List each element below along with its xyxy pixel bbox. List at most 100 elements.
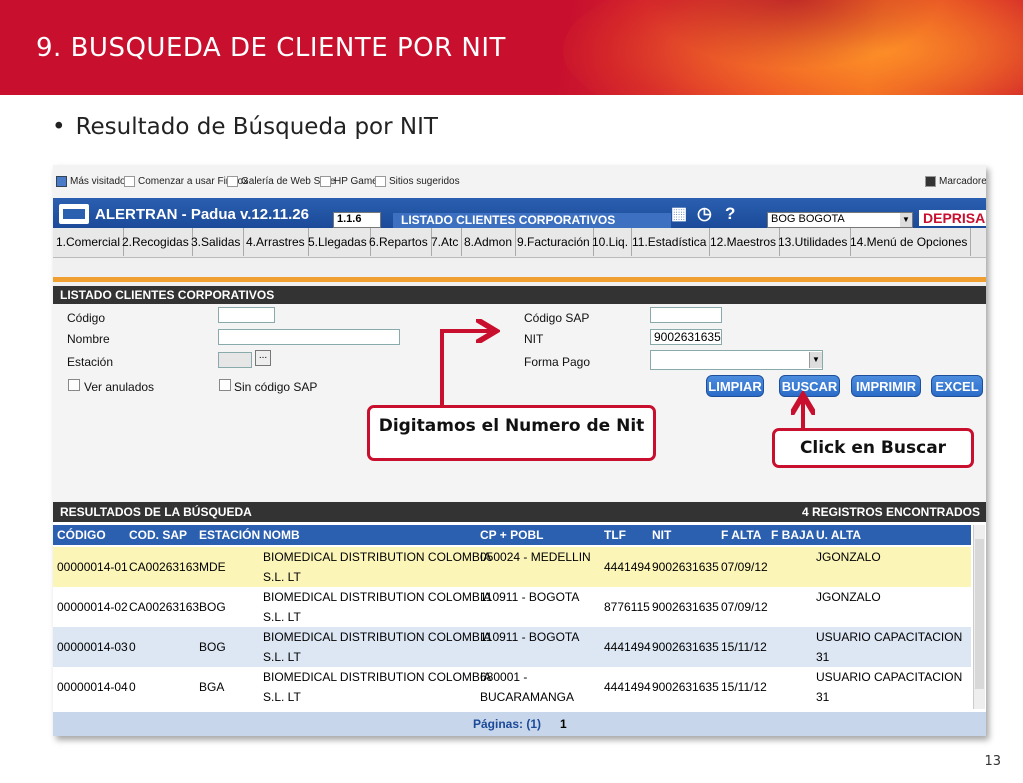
slide-bullet: • Resultado de Búsqueda por NIT — [52, 114, 438, 140]
chevron-down-icon[interactable]: ▼ — [900, 213, 912, 227]
menu-comercial[interactable]: 1.Comercial — [53, 228, 125, 256]
branch-select[interactable]: BOG BOGOTA ▼ — [767, 212, 913, 228]
menu-atc[interactable]: 7.Atc — [428, 228, 463, 256]
menu-repartos[interactable]: 6.Repartos — [366, 228, 432, 256]
clock-icon[interactable]: ◷ — [697, 204, 712, 224]
sin-codigo-sap-checkbox[interactable] — [219, 379, 231, 391]
menu-liq[interactable]: 10.Liq. — [589, 228, 633, 256]
callout-buscar: Click en Buscar — [772, 428, 974, 468]
calendar-icon[interactable]: ▦ — [671, 204, 687, 224]
bookmark-label: Sitios sugeridos — [389, 176, 460, 187]
excel-button[interactable]: EXCEL — [931, 375, 983, 397]
codigo-input[interactable] — [218, 307, 275, 323]
codigo-sap-label: Código SAP — [524, 311, 590, 325]
column-header-estacion[interactable]: ESTACIÓN — [199, 525, 260, 545]
bookmark-icon — [56, 176, 67, 187]
cell-estacion: BOG — [199, 640, 226, 654]
column-header-nomb[interactable]: NOMB — [263, 525, 300, 545]
cell-cod-sap: 0 — [129, 640, 136, 654]
bookmark-icon — [124, 176, 135, 187]
menu-llegadas[interactable]: 5.Llegadas — [305, 228, 371, 256]
menu-maestros[interactable]: 12.Maestros — [707, 228, 781, 256]
pager: Páginas: (1) 1 — [53, 712, 986, 736]
cell-tlf: 4441494 — [604, 560, 651, 574]
codigo-sap-input[interactable] — [650, 307, 722, 323]
cell-pobl-line1: 050024 - MEDELLIN — [480, 550, 591, 564]
ver-anulados-checkbox[interactable] — [68, 379, 80, 391]
bookmark-hp-games[interactable]: HP Games — [320, 176, 383, 187]
results-count: 4 REGISTROS ENCONTRADOS — [801, 505, 980, 519]
app-logo-icon — [59, 204, 89, 224]
cell-nomb-line1: BIOMEDICAL DISTRIBUTION COLOMBIA — [263, 550, 492, 564]
nit-input[interactable]: 9002631635 — [650, 329, 722, 345]
limpiar-button[interactable]: LIMPIAR — [706, 375, 764, 397]
menu-utilidades[interactable]: 13.Utilidades — [775, 228, 852, 256]
scrollbar-thumb[interactable] — [975, 539, 984, 689]
cell-codigo: 00000014-04 — [57, 680, 128, 694]
imprimir-button[interactable]: IMPRIMIR — [851, 375, 921, 397]
table-row[interactable]: 00000014-03 0 BOG BIOMEDICAL DISTRIBUTION C… — [53, 627, 971, 667]
estacion-label: Estación — [67, 355, 114, 369]
help-icon[interactable]: ? — [725, 204, 735, 224]
cell-tlf: 4441494 — [604, 680, 651, 694]
cell-nit: 9002631635 — [652, 600, 719, 614]
bullet-text: Resultado de Búsqueda por NIT — [75, 114, 438, 140]
menu-recogidas[interactable]: 2.Recogidas — [119, 228, 193, 256]
column-header-cp-pobl[interactable]: CP + POBL — [480, 525, 543, 545]
bookmarks-menu[interactable]: Marcadores — [925, 176, 986, 187]
column-header-f-baja[interactable]: F BAJA — [771, 525, 814, 545]
table-row[interactable]: 00000014-01 CA00263163 MDE BIOMEDICAL DISTR… — [53, 547, 971, 587]
cell-u-alta-line2: 31 — [816, 650, 830, 664]
column-header-nit[interactable]: NIT — [652, 525, 671, 545]
grid-scrollbar[interactable] — [973, 525, 985, 709]
cell-nomb-line2: S.L. LT — [263, 690, 301, 704]
cell-pobl-line1: 110911 - BOGOTA — [480, 630, 580, 644]
menu-facturacion[interactable]: 9.Facturación — [514, 228, 594, 256]
table-row[interactable]: 00000014-02 CA00263163 BOG BIOMEDICAL DISTR… — [53, 587, 971, 627]
menu-arrastres[interactable]: 4.Arrastres — [243, 228, 309, 256]
results-title: RESULTADOS DE LA BÚSQUEDA — [60, 505, 252, 519]
cell-codigo: 00000014-03 — [57, 640, 128, 654]
cell-codigo: 00000014-02 — [57, 600, 128, 614]
chevron-down-icon[interactable]: ▼ — [809, 352, 822, 368]
brand-logo: DEPRISA — [919, 210, 986, 226]
cell-nomb-line1: BIOMEDICAL DISTRIBUTION COLOMBIA — [263, 630, 492, 644]
form-panel-title: LISTADO CLIENTES CORPORATIVOS — [53, 286, 986, 304]
cell-cod-sap: CA00263163 — [129, 560, 200, 574]
column-header-u-alta[interactable]: U. ALTA — [816, 525, 861, 545]
forma-pago-select[interactable]: ▼ — [650, 350, 823, 370]
table-row[interactable]: 00000014-04 0 BGA BIOMEDICAL DISTRIBUTION C… — [53, 667, 971, 707]
estacion-browse-button[interactable]: ... — [255, 350, 271, 366]
sin-codigo-sap-label: Sin código SAP — [234, 380, 318, 394]
nombre-label: Nombre — [67, 332, 110, 346]
column-header-f-alta[interactable]: F ALTA — [721, 525, 761, 545]
menu-admon[interactable]: 8.Admon — [461, 228, 517, 256]
column-header-tlf[interactable]: TLF — [604, 525, 626, 545]
bookmark-mas-visitados[interactable]: Más visitados — [56, 176, 131, 187]
callout-nit: Digitamos el Numero de Nit — [367, 405, 656, 461]
cell-pobl-line2: BUCARAMANGA — [480, 690, 575, 704]
buscar-button[interactable]: BUSCAR — [779, 375, 840, 397]
ver-anulados-label: Ver anulados — [84, 380, 155, 394]
bookmark-label: Marcadores — [939, 176, 986, 187]
pager-page-1[interactable]: 1 — [560, 712, 567, 736]
menu-opciones[interactable]: 14.Menú de Opciones — [847, 228, 972, 256]
menu-salidas[interactable]: 3.Salidas — [188, 228, 245, 256]
bullet-dot: • — [52, 114, 66, 140]
nombre-input[interactable] — [218, 329, 400, 345]
bookmark-sitios-sugeridos[interactable]: Sitios sugeridos — [375, 176, 460, 187]
column-header-codigo[interactable]: CÓDIGO — [57, 525, 106, 545]
slide-header: 9. BUSQUEDA DE CLIENTE POR NIT — [0, 0, 1023, 95]
results-grid: CÓDIGO COD. SAP ESTACIÓN NOMB CP + POBL … — [53, 522, 986, 712]
estacion-input[interactable] — [218, 352, 252, 368]
cell-f-alta: 07/09/12 — [721, 600, 768, 614]
cell-estacion: BOG — [199, 600, 226, 614]
column-header-cod-sap[interactable]: COD. SAP — [129, 525, 187, 545]
window-tab-listado[interactable]: LISTADO CLIENTES CORPORATIVOS — [393, 213, 671, 228]
cell-estacion: MDE — [199, 560, 226, 574]
cell-tlf: 8776115 — [604, 600, 650, 614]
slide-title: 9. BUSQUEDA DE CLIENTE POR NIT — [36, 33, 506, 63]
cell-cod-sap: 0 — [129, 680, 136, 694]
cell-f-alta: 15/11/12 — [721, 680, 767, 694]
menu-estadistica[interactable]: 11.Estadística — [629, 228, 711, 256]
